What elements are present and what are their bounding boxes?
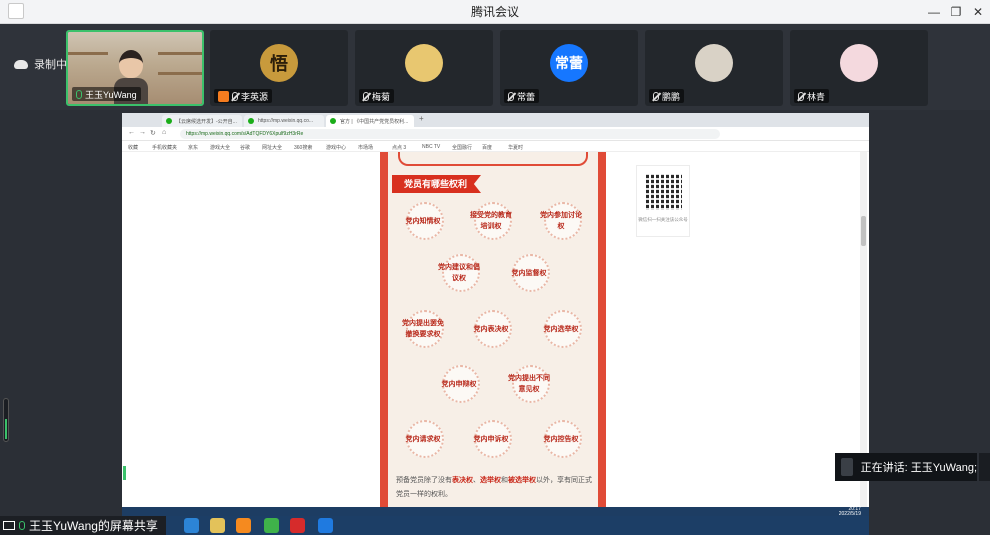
window-title: 腾讯会议 — [470, 5, 519, 19]
avatar — [695, 44, 733, 82]
media-player-icon[interactable] — [236, 518, 251, 533]
share-owner-label: 王玉YuWang的屏幕共享 — [29, 519, 158, 533]
right-badge: 党内知情权 — [400, 202, 446, 240]
participant-tile[interactable]: 林青 — [790, 30, 928, 106]
recording-indicator[interactable]: 录制中 — [14, 55, 67, 73]
participant-name: 李英源 — [241, 91, 269, 102]
right-badge: 党内控告权 — [538, 420, 584, 458]
participant-name: 梅菊 — [372, 91, 391, 102]
speaker-avatar — [841, 458, 853, 476]
bookmark-item[interactable]: 点点 3 — [392, 144, 406, 151]
home-icon[interactable]: ⌂ — [162, 129, 166, 136]
folder-icon[interactable] — [210, 518, 225, 533]
right-badge: 接受党的教育培训权 — [468, 202, 514, 240]
title-bar: 腾讯会议 — ❐ ✕ — [0, 0, 990, 24]
article-column: 党员有哪些权利 党内知情权 接受党的教育培训权 党内参加讨论权 党内建议和倡议权… — [380, 152, 606, 517]
reload-icon[interactable]: ↻ — [150, 129, 156, 137]
mic-on-icon — [76, 89, 82, 99]
browser-tab-active[interactable]: 官方 | 《中国共产党党员权利... — [326, 115, 414, 127]
right-badge: 党内申辩权 — [436, 365, 482, 403]
participant-tile[interactable]: 梅菊 — [355, 30, 493, 106]
audio-activity-bar — [123, 466, 126, 480]
browser-tab[interactable]: 【云席候选开发】-公开自... — [162, 115, 242, 127]
bookmark-item[interactable]: 百度 — [482, 144, 492, 151]
shared-screen: 【云席候选开发】-公开自... https://mp.weixin.qq.co.… — [122, 113, 869, 517]
bookmark-item[interactable]: 游戏中心 — [326, 144, 346, 151]
avatar: 悟 — [260, 44, 298, 82]
new-tab-icon[interactable]: + — [419, 114, 424, 123]
mic-muted-icon — [508, 91, 514, 101]
participant-tile[interactable]: 悟 李英源 — [210, 30, 348, 106]
bookmarks-bar: 收藏 手机收藏夹 京东 游戏大全 谷歌 网址大全 360搜索 游戏中心 市场场 … — [122, 141, 869, 152]
bookmark-item[interactable]: NBC TV — [422, 144, 440, 150]
avatar — [405, 44, 443, 82]
url-input[interactable]: https://mp.weixin.qq.com/s/AdTQFDY6Xpulf… — [180, 129, 720, 139]
article-frame-top — [398, 152, 588, 166]
back-icon[interactable]: ← — [128, 129, 135, 136]
right-badge: 党内表决权 — [468, 310, 514, 348]
right-badge: 党内请求权 — [400, 420, 446, 458]
qr-caption: 微信扫一扫关注该公众号 — [638, 217, 688, 222]
participant-name: 鹏鹏 — [662, 91, 681, 102]
tencent-meeting-icon[interactable] — [318, 518, 333, 533]
recording-label: 录制中 — [34, 59, 67, 71]
avatar — [840, 44, 878, 82]
speaking-indicator: 正在讲话: 王玉YuWang; — [835, 453, 977, 481]
mic-muted-icon — [232, 91, 238, 101]
section-title: 党员有哪些权利 — [392, 175, 482, 193]
avatar: 常蕾 — [550, 44, 588, 82]
right-badge: 党内监督权 — [506, 254, 552, 292]
bookmark-item[interactable]: 京东 — [188, 144, 198, 151]
qr-code-card: 微信扫一扫关注该公众号 — [636, 165, 690, 237]
panel-collapse-handle[interactable] — [979, 453, 990, 481]
mic-level-indicator — [3, 398, 9, 442]
user-icon — [218, 90, 229, 102]
bookmark-item[interactable]: 华夏时 — [508, 144, 523, 151]
participant-name: 常蕾 — [517, 91, 536, 102]
screen-share-label: 王玉YuWang的屏幕共享 — [0, 516, 166, 535]
participant-tile[interactable]: 鹏鹏 — [645, 30, 783, 106]
screen-share-icon — [3, 521, 15, 530]
bookmark-item[interactable]: 谷歌 — [240, 144, 250, 151]
bookmark-item[interactable]: 网址大全 — [262, 144, 282, 151]
mic-muted-icon — [653, 91, 659, 101]
right-badge: 党内提出罢免撤换要求权 — [400, 310, 446, 348]
browser-tab-bar: 【云席候选开发】-公开自... https://mp.weixin.qq.co.… — [122, 113, 869, 127]
right-badge: 党内参加讨论权 — [538, 202, 584, 240]
participant-name: 王玉YuWang — [85, 89, 137, 100]
right-badge: 党内提出不同意见权 — [506, 365, 552, 403]
cloud-icon — [14, 59, 28, 69]
browser-icon[interactable] — [264, 518, 279, 533]
address-bar-row: ← → ↻ ⌂ https://mp.weixin.qq.com/s/AdTQF… — [122, 127, 869, 141]
ie-icon[interactable] — [184, 518, 199, 533]
forward-icon[interactable]: → — [139, 129, 146, 136]
speaking-label: 正在讲话: 王玉YuWang; — [860, 462, 977, 474]
close-button[interactable]: ✕ — [965, 0, 990, 24]
browser-tab[interactable]: https://mp.weixin.qq.co... — [244, 115, 324, 127]
participant-tile[interactable]: 王玉YuWang — [66, 30, 204, 106]
mic-muted-icon — [363, 91, 369, 101]
bookmark-item[interactable]: 收藏 — [128, 144, 138, 151]
mic-muted-icon — [798, 91, 804, 101]
participant-tile[interactable]: 常蕾 常蕾 — [500, 30, 638, 106]
wps-icon[interactable] — [290, 518, 305, 533]
bookmark-item[interactable]: 360搜索 — [294, 144, 312, 151]
right-badge: 党内选举权 — [538, 310, 584, 348]
bookmark-item[interactable]: 市场场 — [358, 144, 373, 151]
participant-name: 林青 — [807, 91, 826, 102]
remote-windows-taskbar — [166, 516, 869, 535]
right-badge: 党内建议和倡议权 — [436, 254, 482, 292]
mic-on-icon — [19, 521, 25, 530]
bookmark-item[interactable]: 手机收藏夹 — [152, 144, 177, 151]
bookmark-item[interactable]: 游戏大全 — [210, 144, 230, 151]
web-page: 党员有哪些权利 党内知情权 接受党的教育培训权 党内参加讨论权 党内建议和倡议权… — [122, 152, 869, 517]
bookmark-item[interactable]: 全国融行 — [452, 144, 472, 151]
right-badge: 党内申诉权 — [468, 420, 514, 458]
qr-code-icon — [646, 174, 682, 210]
article-paragraph: 预备党员除了没有表决权、选举权和被选举权以外，享有同正式党员一样的权利。 — [396, 477, 592, 498]
